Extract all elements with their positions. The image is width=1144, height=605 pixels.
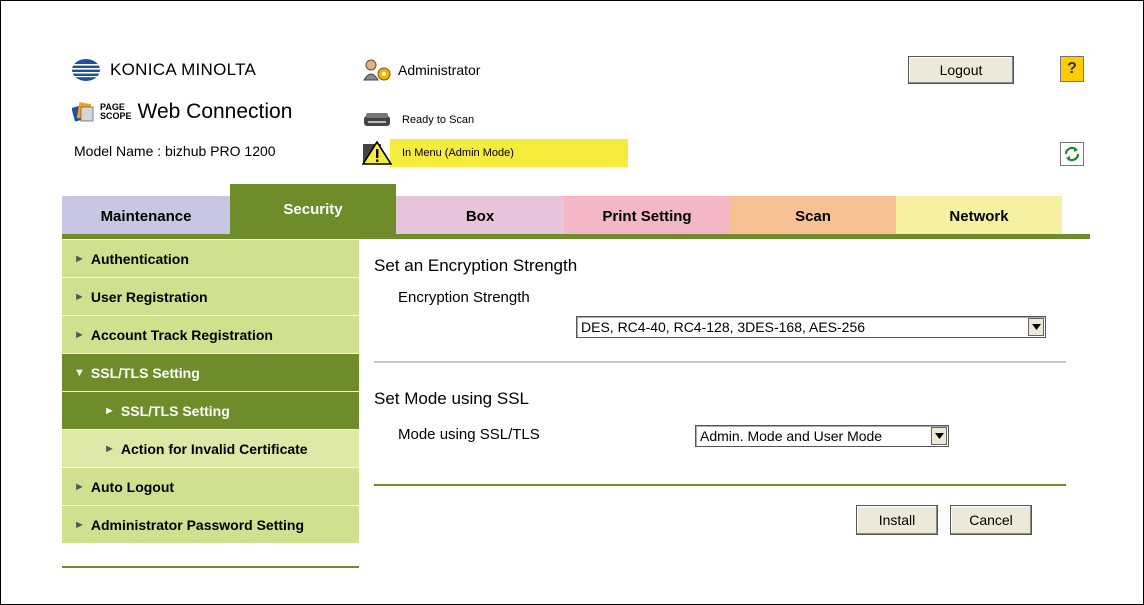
sidebar-item-authentication[interactable]: ► Authentication bbox=[62, 240, 359, 278]
install-button[interactable]: Install bbox=[856, 505, 938, 535]
arrow-right-icon: ► bbox=[104, 442, 115, 455]
sidebar-item-label: Auto Logout bbox=[90, 478, 175, 495]
encryption-strength-label: Encryption Strength bbox=[398, 289, 530, 306]
tab-box[interactable]: Box bbox=[396, 196, 564, 236]
sidebar-item-ssl-tls-setting[interactable]: ▼ SSL/TLS Setting bbox=[62, 354, 359, 392]
pagescope-icon bbox=[72, 102, 94, 122]
encryption-strength-select[interactable]: DES, RC4-40, RC4-128, 3DES-168, AES-256 bbox=[576, 316, 1046, 338]
ssl-mode-value: Admin. Mode and User Mode bbox=[700, 428, 883, 444]
mode-status: In Menu (Admin Mode) bbox=[362, 139, 628, 167]
product-name: Web Connection bbox=[137, 100, 293, 123]
scanner-status: Ready to Scan bbox=[362, 110, 474, 130]
help-button[interactable]: ? bbox=[1060, 56, 1084, 82]
help-icon: ? bbox=[1067, 60, 1077, 77]
sidebar-subitem-ssl-tls-setting[interactable]: ► SSL/TLS Setting bbox=[62, 392, 359, 430]
mode-status-text: In Menu (Admin Mode) bbox=[402, 147, 514, 159]
sidebar-subitem-action-invalid-certificate[interactable]: ► Action for Invalid Certificate bbox=[62, 430, 359, 468]
brand-name: KONICA MINOLTA bbox=[110, 60, 257, 79]
ssl-mode-section-title: Set Mode using SSL bbox=[374, 389, 529, 408]
scanner-icon bbox=[364, 113, 390, 126]
sidebar-item-label: SSL/TLS Setting bbox=[120, 402, 230, 419]
sidebar-item-user-registration[interactable]: ► User Registration bbox=[62, 278, 359, 316]
sidebar-item-administrator-password-setting[interactable]: ► Administrator Password Setting bbox=[62, 506, 359, 544]
pagescope-line2: SCOPE bbox=[100, 111, 132, 121]
arrow-right-icon: ► bbox=[74, 328, 85, 341]
arrow-right-icon: ► bbox=[74, 290, 85, 303]
sidebar: ► Authentication ► User Registration ► A… bbox=[62, 240, 359, 544]
tab-bar: Maintenance Security Box Print Setting S… bbox=[62, 184, 1090, 236]
encryption-strength-value: DES, RC4-40, RC4-128, 3DES-168, AES-256 bbox=[581, 319, 866, 335]
model-name: Model Name : bizhub PRO 1200 bbox=[74, 143, 276, 159]
tab-scan[interactable]: Scan bbox=[730, 196, 896, 236]
chevron-down-icon bbox=[931, 427, 947, 445]
arrow-right-icon: ► bbox=[104, 404, 115, 417]
sidebar-item-label: User Registration bbox=[90, 288, 208, 305]
user-indicator: Administrator bbox=[362, 58, 480, 82]
chevron-down-icon bbox=[1028, 318, 1044, 336]
arrow-right-icon: ► bbox=[74, 480, 85, 493]
warning-icon bbox=[362, 140, 392, 165]
sidebar-item-label: Action for Invalid Certificate bbox=[120, 440, 308, 457]
tab-network[interactable]: Network bbox=[896, 196, 1062, 236]
sidebar-item-label: Authentication bbox=[90, 250, 189, 267]
konica-minolta-logo: KONICA MINOLTA bbox=[70, 58, 256, 82]
form-bottom-divider bbox=[374, 484, 1066, 486]
user-name: Administrator bbox=[398, 62, 481, 78]
ssl-mode-label: Mode using SSL/TLS bbox=[398, 426, 540, 443]
sidebar-item-auto-logout[interactable]: ► Auto Logout bbox=[62, 468, 359, 506]
tab-maintenance[interactable]: Maintenance bbox=[62, 196, 230, 236]
sidebar-item-label: Account Track Registration bbox=[90, 326, 273, 343]
ssl-mode-select[interactable]: Admin. Mode and User Mode bbox=[695, 425, 949, 447]
tab-security[interactable]: Security bbox=[230, 184, 396, 234]
tab-print-setting[interactable]: Print Setting bbox=[564, 196, 730, 236]
sidebar-item-account-track-registration[interactable]: ► Account Track Registration bbox=[62, 316, 359, 354]
administrator-icon bbox=[363, 59, 391, 81]
arrow-down-icon: ▼ bbox=[74, 366, 85, 379]
arrow-right-icon: ► bbox=[74, 518, 85, 531]
refresh-icon bbox=[1064, 146, 1080, 162]
sidebar-item-label: SSL/TLS Setting bbox=[90, 364, 200, 381]
encryption-section-title: Set an Encryption Strength bbox=[374, 256, 578, 275]
tab-underline bbox=[62, 234, 1090, 239]
refresh-button[interactable] bbox=[1060, 142, 1084, 166]
pagescope-logo: PAGE SCOPE Web Connection bbox=[72, 100, 292, 124]
sidebar-item-label: Administrator Password Setting bbox=[90, 516, 305, 533]
logout-button[interactable]: Logout bbox=[908, 56, 1014, 84]
section-divider bbox=[374, 361, 1066, 363]
arrow-right-icon: ► bbox=[74, 252, 85, 265]
sidebar-bottom-rule bbox=[62, 566, 359, 568]
scanner-status-text: Ready to Scan bbox=[402, 114, 475, 126]
globe-logo-icon bbox=[72, 59, 100, 81]
cancel-button[interactable]: Cancel bbox=[950, 505, 1032, 535]
